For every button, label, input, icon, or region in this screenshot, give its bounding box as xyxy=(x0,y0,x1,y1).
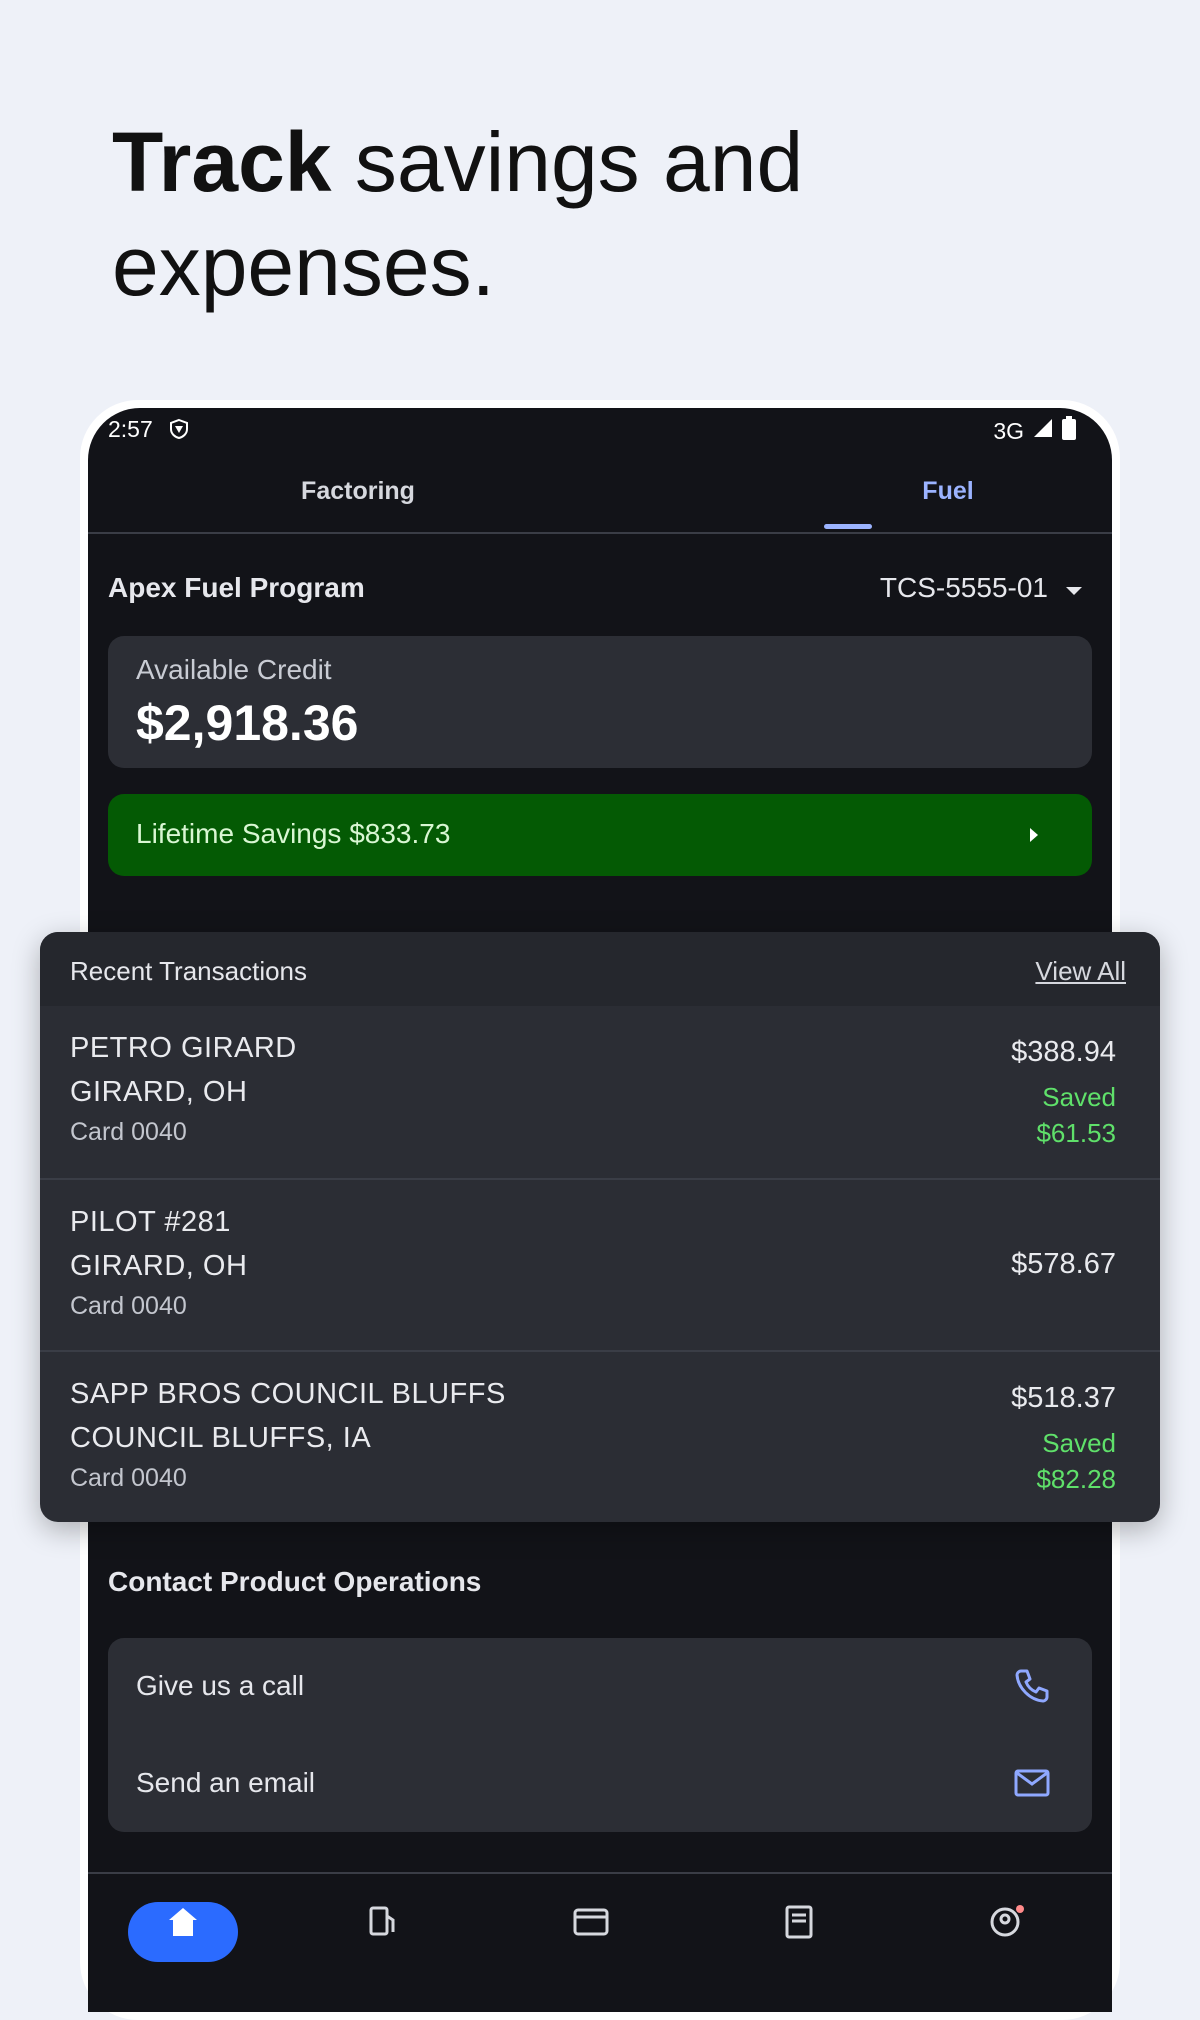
transaction-card: Card 0040 xyxy=(70,1118,187,1146)
headline-bold: Track xyxy=(112,115,332,209)
mail-icon xyxy=(1012,1763,1052,1808)
transaction-merchant: PILOT #281 xyxy=(70,1206,231,1238)
tab-factoring[interactable]: Factoring xyxy=(208,460,508,532)
document-icon xyxy=(779,1902,819,1962)
transaction-amount: $388.94 xyxy=(1011,1036,1116,1068)
bottom-nav xyxy=(88,1872,1112,2012)
home-icon xyxy=(163,1902,203,1962)
status-bar: 2:57 3G xyxy=(88,408,1112,450)
transaction-location: GIRARD, OH xyxy=(70,1076,248,1108)
program-name: Apex Fuel Program xyxy=(108,572,365,603)
transaction-location: COUNCIL BLUFFS, IA xyxy=(70,1422,372,1454)
transaction-card: Card 0040 xyxy=(70,1464,187,1492)
transaction-saved-label: Saved xyxy=(1042,1082,1116,1112)
tab-bar: Factoring Fuel xyxy=(88,460,1112,534)
dropdown-arrow-icon xyxy=(1064,572,1084,604)
transaction-merchant: PETRO GIRARD xyxy=(70,1032,297,1064)
transaction-location: GIRARD, OH xyxy=(70,1250,248,1282)
lifetime-savings-button[interactable]: Lifetime Savings $833.73 xyxy=(108,794,1092,876)
tab-fuel[interactable]: Fuel xyxy=(798,460,1098,532)
signal-icon xyxy=(1032,417,1054,445)
nav-profile[interactable] xyxy=(952,1902,1062,1962)
nav-documents[interactable] xyxy=(744,1902,854,1962)
contact-card: Give us a call Send an email xyxy=(108,1638,1092,1832)
program-row: Apex Fuel Program TCS-5555-01 xyxy=(88,558,1112,618)
fuel-pump-icon xyxy=(363,1902,403,1962)
call-button[interactable]: Give us a call xyxy=(108,1638,1092,1735)
transaction-row[interactable]: SAPP BROS COUNCIL BLUFFS COUNCIL BLUFFS,… xyxy=(40,1350,1160,1522)
transaction-amount: $578.67 xyxy=(1011,1248,1116,1280)
network-type: 3G xyxy=(993,417,1024,444)
call-label: Give us a call xyxy=(136,1670,305,1701)
status-right: 3G xyxy=(993,416,1076,446)
transactions-title: Recent Transactions xyxy=(70,956,308,986)
email-label: Send an email xyxy=(136,1767,316,1798)
shield-icon xyxy=(168,418,190,446)
card-icon xyxy=(571,1902,611,1962)
credit-label: Available Credit xyxy=(136,654,332,685)
battery-icon xyxy=(1062,416,1076,446)
nav-card[interactable] xyxy=(536,1902,646,1962)
recent-transactions-panel: Recent Transactions View All PETRO GIRAR… xyxy=(40,932,1160,1522)
savings-label: Lifetime Savings $833.73 xyxy=(136,818,451,849)
transaction-row[interactable]: PILOT #281 GIRARD, OH Card 0040 $578.67 xyxy=(40,1178,1160,1350)
profile-icon xyxy=(987,1902,1027,1962)
account-number: TCS-5555-01 xyxy=(879,572,1048,603)
chevron-right-icon xyxy=(1028,826,1040,849)
account-select[interactable]: TCS-5555-01 xyxy=(880,572,1084,604)
transaction-amount: $518.37 xyxy=(1011,1382,1116,1414)
contact-title: Contact Product Operations xyxy=(108,1566,482,1597)
available-credit-card: Available Credit $2,918.36 xyxy=(108,636,1092,768)
transaction-saved-value: $82.28 xyxy=(1036,1464,1116,1494)
phone-icon xyxy=(1012,1666,1052,1711)
transaction-row[interactable]: PETRO GIRARD GIRARD, OH Card 0040 $388.9… xyxy=(40,1006,1160,1176)
transaction-card: Card 0040 xyxy=(70,1292,187,1320)
tab-indicator xyxy=(824,524,872,529)
nav-home[interactable] xyxy=(128,1902,238,1962)
transaction-saved-label: Saved xyxy=(1042,1428,1116,1458)
view-all-link[interactable]: View All xyxy=(1035,956,1126,987)
status-time: 2:57 xyxy=(108,416,153,442)
transaction-saved-value: $61.53 xyxy=(1036,1118,1116,1148)
credit-value: $2,918.36 xyxy=(136,695,359,751)
transactions-header: Recent Transactions View All xyxy=(40,932,1160,1006)
nav-fuel[interactable] xyxy=(328,1902,438,1962)
transaction-merchant: SAPP BROS COUNCIL BLUFFS xyxy=(70,1378,506,1410)
headline: Track savings and expenses. xyxy=(112,110,1112,318)
email-button[interactable]: Send an email xyxy=(108,1735,1092,1832)
